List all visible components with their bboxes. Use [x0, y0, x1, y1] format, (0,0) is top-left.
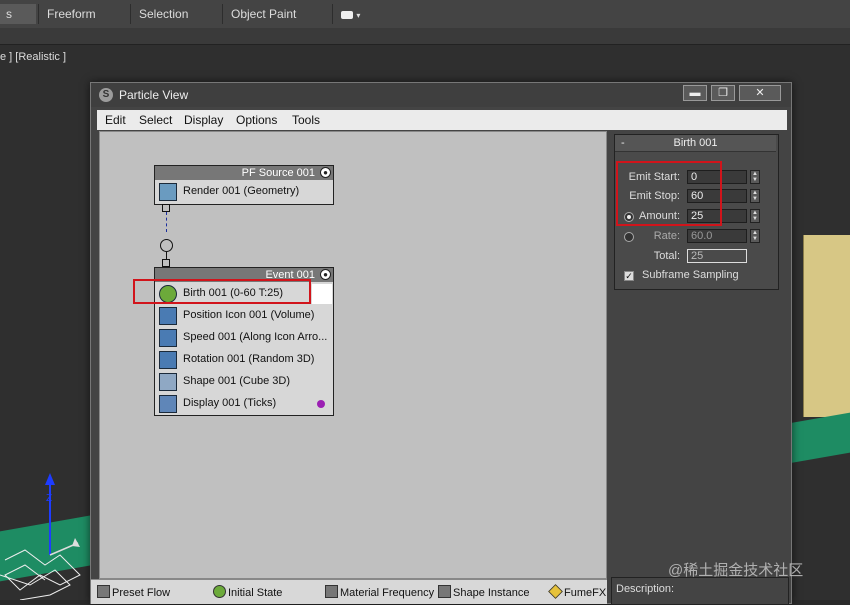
event-input-socket[interactable]: [162, 259, 170, 267]
input-socket[interactable]: [160, 239, 173, 252]
menu-display[interactable]: Display: [184, 113, 223, 127]
display-icon: [159, 395, 177, 413]
selected-row-highlight: [312, 284, 332, 304]
position-icon: [159, 307, 177, 325]
rate-label: Rate:: [653, 230, 680, 242]
params-highlight-box: [616, 161, 722, 226]
menu-options[interactable]: Options: [236, 113, 277, 127]
rollout-title: Birth 001: [673, 137, 718, 149]
operator-label: Rotation 001 (Random 3D): [183, 353, 315, 365]
minimize-button[interactable]: ▬: [683, 85, 707, 101]
rotation-icon: [159, 351, 177, 369]
close-button[interactable]: ✕: [739, 85, 781, 101]
operator-row-display[interactable]: Display 001 (Ticks): [157, 394, 331, 415]
particle-view-window: S Particle View ▬ ❐ ✕ Edit Select Displa…: [90, 82, 792, 605]
emit-start-spinner[interactable]: ▲ ▼: [750, 170, 760, 184]
description-label: Description:: [616, 583, 675, 595]
operator-label: Position Icon 001 (Volume): [183, 309, 315, 321]
bulb-icon[interactable]: ●: [320, 269, 331, 280]
birth-highlight-box: [133, 279, 311, 304]
menu-edit[interactable]: Edit: [105, 113, 126, 127]
operator-depot: Preset Flow Initial State Material Frequ…: [91, 579, 607, 604]
bulb-icon[interactable]: ●: [320, 167, 331, 178]
viewport-label[interactable]: e ] [Realistic ]: [0, 51, 66, 63]
operator-label: Render 001 (Geometry): [183, 185, 300, 197]
material-frequency-icon: [325, 585, 338, 598]
operator-row[interactable]: Render 001 (Geometry): [157, 182, 331, 203]
depot-item-material-frequency[interactable]: Material Frequency: [325, 585, 434, 599]
initial-state-icon: [213, 585, 226, 598]
depot-item-initial-state[interactable]: Initial State: [213, 585, 282, 599]
total-label: Total:: [653, 250, 680, 262]
chevron-down-icon: ▾: [356, 11, 361, 20]
ribbon-tab-active[interactable]: s: [0, 4, 36, 24]
amount-spinner[interactable]: ▲ ▼: [750, 209, 760, 223]
operator-row-shape[interactable]: Shape 001 (Cube 3D): [157, 372, 331, 393]
fumefx-icon: [548, 584, 563, 599]
speed-icon: [159, 329, 177, 347]
render-icon: [159, 183, 177, 201]
operator-row-speed[interactable]: Speed 001 (Along Icon Arro...: [157, 328, 331, 349]
output-socket[interactable]: [162, 204, 170, 212]
pf-emitter-gizmo: Z: [0, 473, 81, 600]
operator-label: Shape 001 (Cube 3D): [183, 375, 291, 387]
depot-item-fumefx[interactable]: FumeFX: [548, 584, 606, 599]
operator-label: Speed 001 (Along Icon Arro...: [183, 331, 328, 343]
ribbon-tab-selection[interactable]: Selection: [130, 4, 222, 24]
rollout-header[interactable]: - Birth 001: [615, 135, 776, 152]
operator-label: Display 001 (Ticks): [183, 397, 277, 409]
collapse-icon[interactable]: -: [621, 135, 625, 151]
ribbon-subbar: [0, 28, 850, 45]
maximize-button[interactable]: ❐: [711, 85, 735, 101]
operator-row-position[interactable]: Position Icon 001 (Volume): [157, 306, 331, 327]
preset-flow-icon: [97, 585, 110, 598]
ribbon-tab-object-paint[interactable]: Object Paint: [222, 4, 332, 24]
description-box: Description:: [611, 577, 789, 605]
ribbon-bar: s Freeform Selection Object Paint ▾: [0, 0, 850, 29]
svg-text:Z: Z: [46, 493, 52, 504]
operator-row-rotation[interactable]: Rotation 001 (Random 3D): [157, 350, 331, 371]
shape-icon: [159, 373, 177, 391]
emit-stop-spinner[interactable]: ▲ ▼: [750, 189, 760, 203]
watermark: @稀土掘金技术社区: [668, 562, 804, 579]
parameters-panel: - Birth 001 Emit Start: 0 ▲ ▼ Emit Stop: …: [611, 131, 779, 551]
display-color-swatch[interactable]: [317, 400, 325, 408]
app-icon: S: [99, 88, 113, 102]
depot-item-preset-flow[interactable]: Preset Flow: [97, 585, 170, 599]
window-title: Particle View: [119, 88, 189, 102]
subframe-label: Subframe Sampling: [642, 269, 739, 281]
menu-bar: Edit Select Display Options Tools: [97, 110, 787, 130]
node-title: PF Source 001: [155, 166, 333, 180]
menu-tools[interactable]: Tools: [292, 113, 320, 127]
menu-select[interactable]: Select: [139, 113, 172, 127]
ribbon-options-dropdown[interactable]: ▾: [332, 4, 372, 24]
viewport-box-object: [803, 235, 850, 417]
rate-spinner[interactable]: ▲ ▼: [750, 229, 760, 243]
total-field: 25: [687, 249, 747, 263]
rate-field[interactable]: 60.0: [687, 229, 747, 243]
particle-graph-canvas[interactable]: PF Source 001 ● Render 001 (Geometry) Ev…: [99, 131, 607, 579]
shape-instance-icon: [438, 585, 451, 598]
pf-source-node[interactable]: PF Source 001 ● Render 001 (Geometry): [154, 165, 334, 205]
wire: [166, 212, 168, 232]
subframe-checkbox[interactable]: ✓: [624, 271, 634, 281]
depot-item-shape-instance[interactable]: Shape Instance: [438, 585, 529, 599]
ribbon-options-icon: [341, 10, 353, 19]
window-titlebar[interactable]: S Particle View ▬ ❐ ✕: [91, 83, 791, 107]
